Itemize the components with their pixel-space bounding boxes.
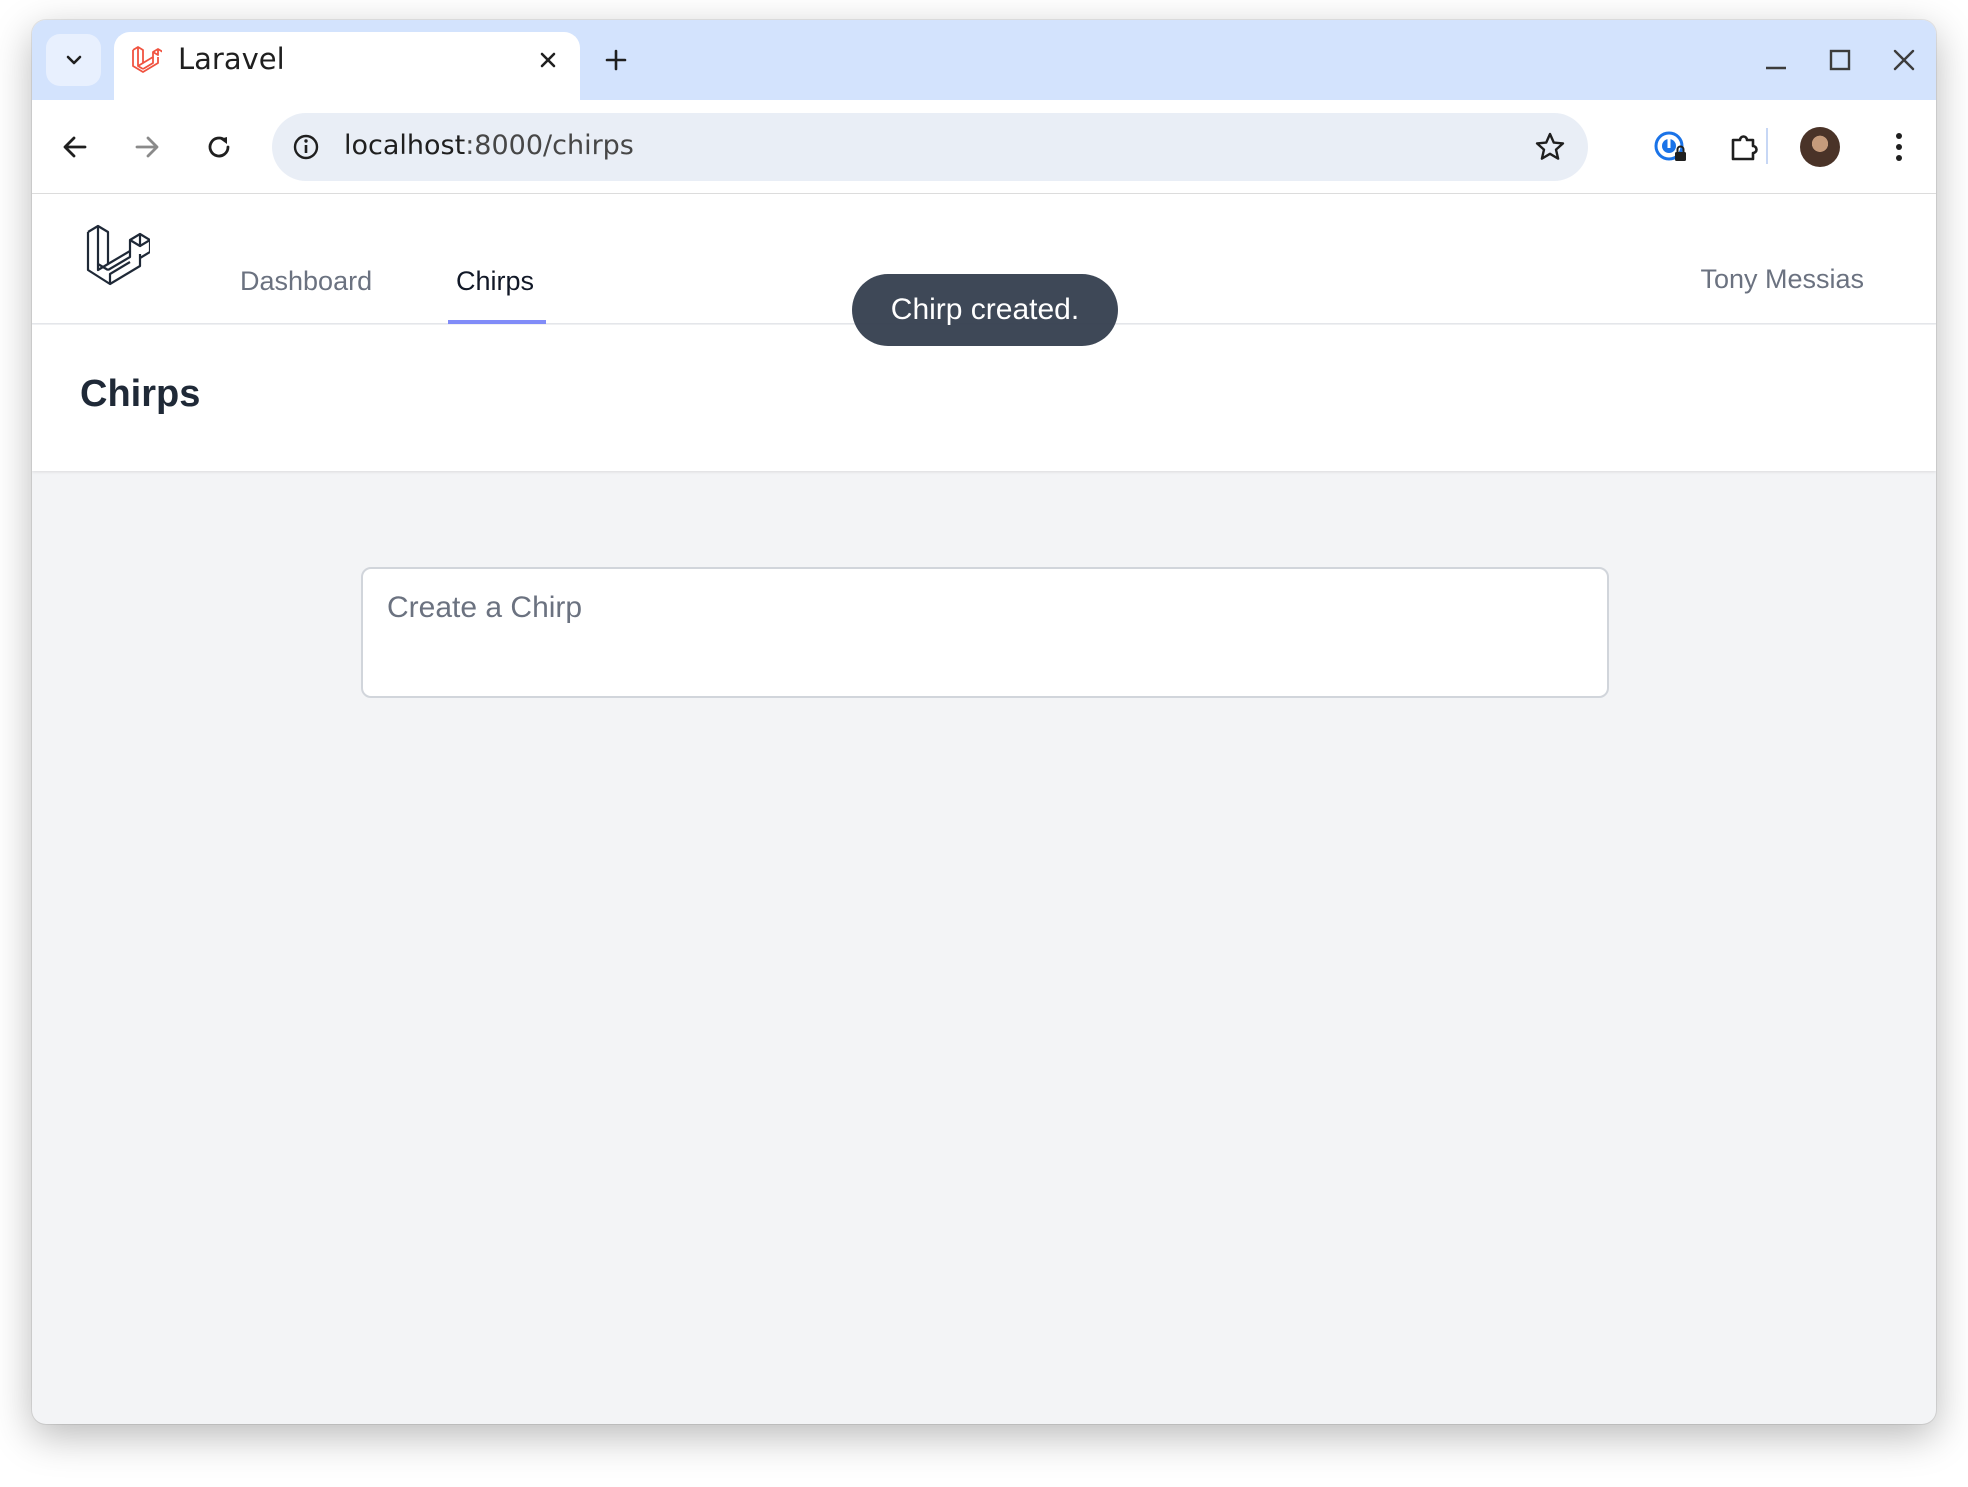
new-tab-button[interactable] <box>600 44 632 76</box>
puzzle-icon <box>1728 130 1762 164</box>
close-icon <box>1892 48 1916 72</box>
url-host: localhost <box>344 130 466 161</box>
tab-search-button[interactable] <box>46 34 101 86</box>
password-manager-icon <box>1653 129 1689 165</box>
nav-link-dashboard[interactable]: Dashboard <box>240 266 372 297</box>
browser-toolbar: localhost:8000/chirps <box>32 100 1936 194</box>
browser-window: Laravel localhost:8000/chirps Dashboard … <box>32 20 1936 1424</box>
tab-title: Laravel <box>178 42 285 76</box>
browser-tab[interactable]: Laravel <box>114 32 580 100</box>
password-manager-button[interactable] <box>1648 124 1694 170</box>
laravel-logo-icon <box>130 44 162 76</box>
minimize-button[interactable] <box>1758 42 1794 78</box>
info-icon[interactable] <box>288 129 324 165</box>
star-icon[interactable] <box>1532 129 1568 165</box>
maximize-button[interactable] <box>1822 42 1858 78</box>
tab-strip: Laravel <box>32 20 1936 100</box>
active-nav-indicator <box>448 320 546 324</box>
chevron-down-icon <box>64 50 84 70</box>
minimize-icon <box>1764 48 1788 72</box>
arrow-right-icon <box>132 132 162 162</box>
plus-icon <box>604 48 628 72</box>
more-vert-icon <box>1895 132 1903 162</box>
laravel-logo-icon[interactable] <box>84 224 150 290</box>
reload-icon <box>204 132 234 162</box>
chirp-message-input[interactable] <box>361 567 1609 698</box>
page-header: Chirps <box>32 325 1936 471</box>
profile-avatar[interactable] <box>1800 127 1840 167</box>
toast-notification: Chirp created. <box>852 274 1118 346</box>
url-path: :8000/chirps <box>465 130 634 161</box>
url-text: localhost:8000/chirps <box>344 130 634 161</box>
arrow-left-icon <box>60 132 90 162</box>
forward-button[interactable] <box>124 124 170 170</box>
toolbar-separator <box>1766 128 1768 164</box>
address-bar[interactable]: localhost:8000/chirps <box>272 113 1588 181</box>
extensions-button[interactable] <box>1722 124 1768 170</box>
reload-button[interactable] <box>196 124 242 170</box>
maximize-icon <box>1828 48 1852 72</box>
page-title: Chirps <box>80 373 201 415</box>
user-menu-trigger[interactable]: Tony Messias <box>1700 264 1864 295</box>
back-button[interactable] <box>52 124 98 170</box>
nav-link-chirps[interactable]: Chirps <box>456 266 534 297</box>
tab-close-icon[interactable] <box>532 44 564 76</box>
browser-menu-button[interactable] <box>1876 124 1922 170</box>
close-window-button[interactable] <box>1886 42 1922 78</box>
